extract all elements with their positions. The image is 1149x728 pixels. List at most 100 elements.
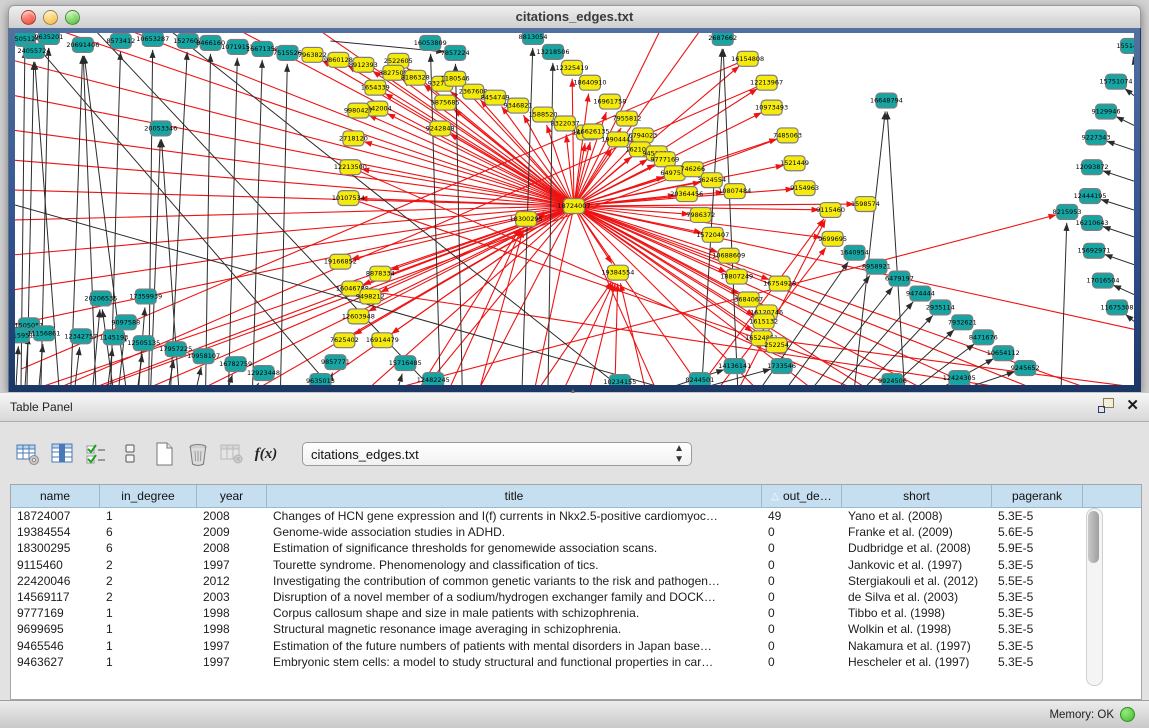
table-cell: 5.6E-5 [992, 525, 1083, 539]
table-cell: 5.3E-5 [992, 622, 1083, 636]
column-header-in_degree[interactable]: in_degree [100, 485, 197, 507]
edge-arrowhead [885, 287, 892, 295]
vertical-scrollbar[interactable] [1086, 508, 1103, 686]
table-cell: 1997 [197, 639, 267, 653]
column-header-name[interactable]: name [11, 485, 100, 507]
graph-node-label: 20691406 [66, 41, 99, 49]
table-panel-title: Table Panel [10, 400, 73, 414]
sort-ascending-icon: △ [771, 491, 779, 502]
graph-edge[interactable] [1061, 223, 1067, 385]
graph-edge[interactable] [535, 206, 574, 385]
table-row[interactable]: 911546021997Tourette syndrome. Phenomeno… [11, 557, 1141, 573]
column-header-short[interactable]: short [842, 485, 992, 507]
splitter-grip[interactable]: ▲ [566, 389, 580, 395]
scrollbar-thumb[interactable] [1088, 511, 1099, 563]
merge-rows-icon[interactable] [114, 438, 146, 470]
network-canvas[interactable]: 1872400718300295193845547963822986012889… [15, 33, 1134, 385]
graph-edge[interactable] [41, 206, 574, 385]
graph-edge[interactable] [281, 64, 288, 385]
graph-edge[interactable] [149, 50, 153, 385]
table-row[interactable]: 977716911998Corpus callosum shape and si… [11, 605, 1141, 621]
table-toolbar: f(x) citations_edges.txt ▲▼ [0, 432, 692, 476]
graph-node-label: 18640910 [573, 79, 606, 87]
table-row[interactable]: 1830029562008Estimation of significance … [11, 540, 1141, 556]
graph-edge[interactable] [15, 160, 574, 206]
graph-node-label: 7485063 [773, 131, 802, 139]
graph-node-label: 9980427 [344, 107, 373, 115]
edge-arrowhead [259, 60, 265, 68]
graph-edge[interactable] [15, 96, 574, 206]
table-row[interactable]: 1872400712008Changes of HCN gene express… [11, 508, 1141, 524]
edge-arrowhead [15, 346, 21, 354]
graph-edge[interactable] [206, 54, 211, 385]
graph-node-label: 12505135 [127, 339, 160, 347]
float-panel-icon[interactable] [1098, 398, 1114, 413]
edge-arrowhead [428, 54, 434, 62]
graph-node-label: 24055724 [17, 47, 50, 55]
graph-edge[interactable] [15, 190, 574, 206]
function-builder-icon[interactable]: f(x) [250, 438, 282, 470]
edge-arrowhead [197, 367, 203, 375]
column-header-title[interactable]: title [267, 485, 762, 507]
table-settings-icon[interactable] [12, 438, 44, 470]
new-document-icon[interactable] [148, 438, 180, 470]
table-panel: ▲ Table Panel ✕ f(x) [0, 392, 1149, 700]
graph-node-label: 16210643 [1076, 219, 1109, 227]
graph-node-label: 18724007 [558, 202, 591, 210]
graph-node-label: 2687662 [708, 34, 737, 42]
table-cell: 0 [762, 639, 842, 653]
graph-node-label: 12325419 [556, 64, 589, 72]
table-selector-dropdown[interactable]: citations_edges.txt ▲▼ [302, 442, 692, 466]
table-cell: Investigating the contribution of common… [267, 574, 762, 588]
graph-edge[interactable] [574, 204, 854, 206]
select-columns-icon[interactable] [46, 438, 78, 470]
graph-node-label: 12923448 [247, 369, 280, 377]
graph-node-label: 7625402 [330, 336, 359, 344]
table-row[interactable]: 969969511998Structural magnetic resonanc… [11, 621, 1141, 637]
select-all-icon[interactable] [80, 438, 112, 470]
table-cell: 2009 [197, 525, 267, 539]
graph-edge[interactable] [391, 206, 574, 270]
table-row[interactable]: 2242004622012Investigating the contribut… [11, 573, 1141, 589]
memory-ok-indicator[interactable] [1120, 707, 1135, 722]
graph-edge[interactable] [565, 283, 613, 385]
edge-arrowhead [1106, 141, 1115, 147]
column-header-year[interactable]: year [197, 485, 267, 507]
edge-arrowhead [453, 64, 459, 72]
table-cell: Stergiakouli et al. (2012) [842, 574, 992, 588]
window-titlebar[interactable]: citations_edges.txt [8, 5, 1141, 29]
graph-edge[interactable] [387, 113, 574, 206]
table-cell: 0 [762, 574, 842, 588]
delete-trash-icon[interactable] [182, 438, 214, 470]
column-header-pagerank[interactable]: pagerank [992, 485, 1083, 507]
graph-node-label: 8186328 [401, 74, 430, 82]
edge-arrowhead [639, 159, 647, 166]
table-row[interactable]: 946362711997Embryonic stem cells: a mode… [11, 654, 1141, 670]
table-cell: Corpus callosum shape and size in male p… [267, 606, 762, 620]
graph-node-label: 1588520 [529, 111, 558, 119]
graph-node-label: 8958921 [862, 263, 891, 271]
graph-node-label: 16961758 [593, 98, 626, 106]
edge-arrowhead [284, 64, 290, 72]
graph-edge[interactable] [15, 61, 574, 206]
graph-edge[interactable] [574, 142, 590, 206]
graph-edge[interactable] [540, 282, 612, 385]
graph-node-label: 19166852 [324, 258, 357, 266]
table-row[interactable]: 1938455462009Genome-wide association stu… [11, 524, 1141, 540]
table-row[interactable]: 946554611997Estimation of the future num… [11, 638, 1141, 654]
edge-arrowhead [753, 112, 761, 118]
graph-edge[interactable] [887, 112, 904, 385]
table-cell: 5.9E-5 [992, 541, 1083, 555]
node-table-container: namein_degreeyeartitle△out_de…shortpager… [10, 484, 1142, 700]
graph-node-label: 10973493 [755, 104, 788, 112]
graph-node-label: 9154963 [790, 184, 819, 192]
column-header-out_degree[interactable]: △out_de… [762, 485, 842, 507]
graph-node-label: 8573412 [106, 37, 135, 45]
table-cell: 5.3E-5 [992, 509, 1083, 523]
graph-edge[interactable] [253, 60, 263, 385]
edge-arrowhead [529, 48, 535, 56]
graph-node-label: 1521449 [780, 159, 809, 167]
graph-edge[interactable] [229, 58, 238, 385]
close-panel-icon[interactable]: ✕ [1126, 398, 1139, 413]
table-row[interactable]: 1456911722003Disruption of a novel membe… [11, 589, 1141, 605]
